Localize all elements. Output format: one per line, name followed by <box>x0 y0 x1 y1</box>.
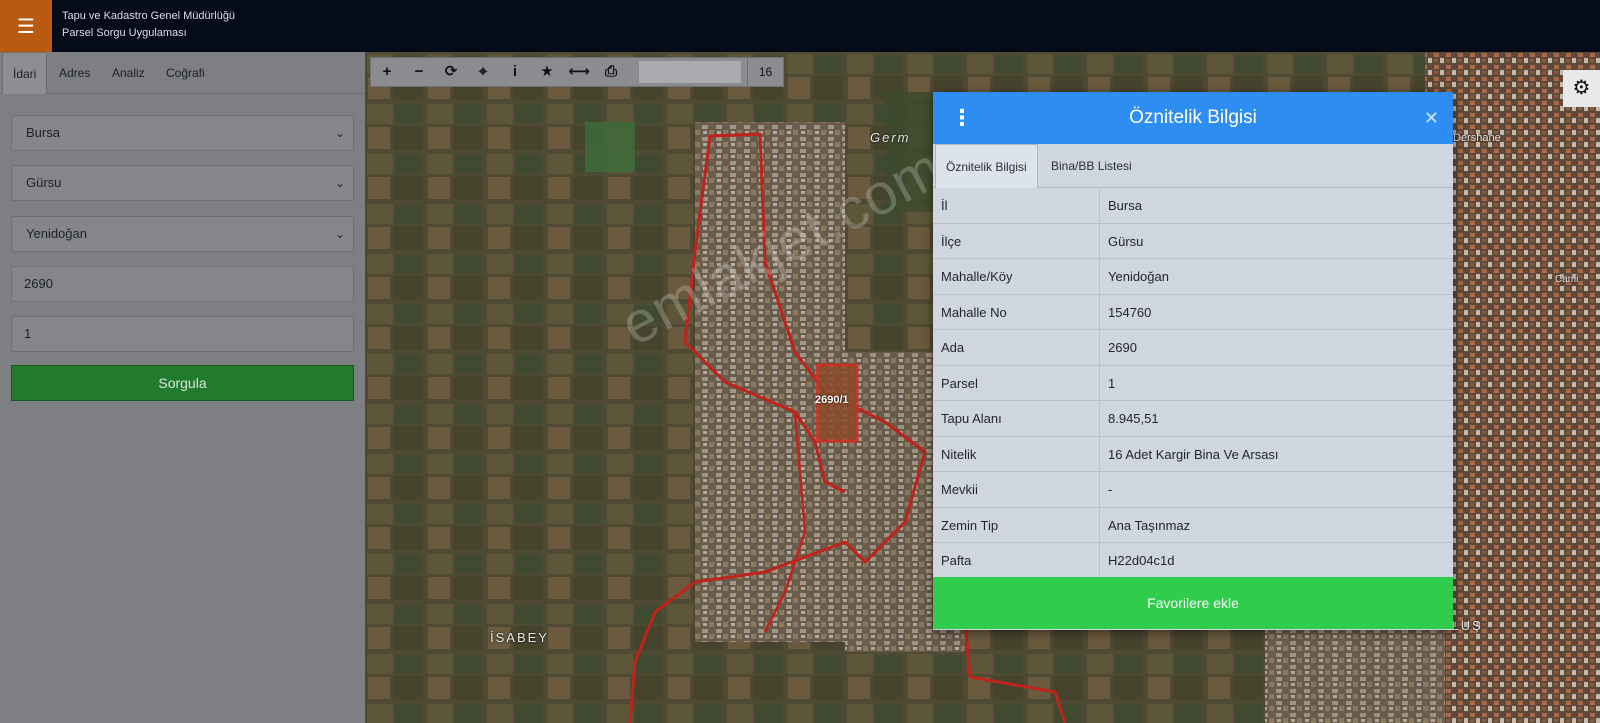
row-key: Tapu Alanı <box>941 411 1002 426</box>
row-value: H22d04c1d <box>1108 553 1175 568</box>
row-value: Gürsu <box>1108 233 1144 249</box>
sidebar-tabs: İdari Adres Analiz Coğrafi <box>0 52 365 94</box>
popup-tabs: Öznitelik Bilgisi Bina/BB Listesi <box>933 144 1453 188</box>
tab-idari[interactable]: İdari <box>2 52 48 94</box>
star-icon: ★ <box>540 63 554 80</box>
row-value: Yenidoğan <box>1108 269 1169 284</box>
row-key: Nitelik <box>941 446 977 462</box>
add-to-favorites-button[interactable]: Favorilere ekle <box>933 577 1453 629</box>
neighborhood-select[interactable]: Yenidoğan ⌄ <box>11 216 354 252</box>
district-select[interactable]: Gürsu ⌄ <box>11 165 354 201</box>
attribute-popup: ⋮ Öznitelik Bilgisi ✕ Öznitelik Bilgisi … <box>933 92 1453 630</box>
row-key: Mahalle No <box>941 304 1007 320</box>
table-row: Zemin Tip Ana Taşınmaz <box>933 507 1453 543</box>
block-value: 2690 <box>24 276 53 291</box>
row-value: Ana Taşınmaz <box>1108 517 1191 533</box>
tab-analiz[interactable]: Analiz <box>112 52 145 94</box>
info-icon: i <box>512 63 518 80</box>
row-key: Parsel <box>941 375 978 391</box>
chevron-down-icon: ⌄ <box>334 176 345 190</box>
parcel-input[interactable]: 1 <box>11 316 354 352</box>
row-key: Mevkii <box>941 482 978 497</box>
hamburger-menu-button[interactable]: ☰ <box>0 0 52 52</box>
org-name: Tapu ve Kadastro Genel Müdürlüğü <box>62 10 236 22</box>
tab-attribute-info[interactable]: Öznitelik Bilgisi <box>935 144 1038 188</box>
block-input[interactable]: 2690 <box>11 266 354 302</box>
tab-adres[interactable]: Adres <box>59 52 90 94</box>
table-row: Nitelik 16 Adet Kargir Bina Ve Arsası <box>933 436 1453 472</box>
plus-icon: + <box>382 63 392 80</box>
popup-title: Öznitelik Bilgisi <box>1129 107 1257 128</box>
refresh-button[interactable]: ⟳ <box>435 58 467 86</box>
row-value: 154760 <box>1108 304 1152 320</box>
map-label-dershane: Dershane <box>1453 132 1501 144</box>
row-key: Mahalle/Köy <box>941 269 1013 284</box>
district-value: Gürsu <box>26 175 62 190</box>
print-button[interactable]: ⎙ <box>595 58 627 86</box>
row-value: Bursa <box>1108 198 1142 213</box>
row-key: İlçe <box>941 233 962 249</box>
query-button[interactable]: Sorgula <box>11 365 354 401</box>
app-brand: Tapu ve Kadastro Genel Müdürlüğü Parsel … <box>62 8 235 42</box>
close-icon[interactable]: ✕ <box>1424 92 1439 144</box>
row-key: Zemin Tip <box>941 517 999 533</box>
tab-cografi[interactable]: Coğrafi <box>166 52 205 94</box>
app-name: Parsel Sorgu Uygulaması <box>62 27 187 39</box>
crosshair-icon: ⌖ <box>478 63 488 80</box>
table-row: İlçe Gürsu <box>933 223 1453 259</box>
map-toolbar: + − ⟳ ⌖ i ★ ⟷ ⎙ 16 <box>370 57 784 87</box>
table-row: Tapu Alanı 8.945,51 <box>933 401 1453 437</box>
province-select[interactable]: Bursa ⌄ <box>11 115 354 151</box>
row-key: Pafta <box>941 553 972 568</box>
row-value: 2690 <box>1108 340 1137 355</box>
row-key: Ada <box>941 340 965 355</box>
map-label-cami: Cami <box>1555 274 1579 285</box>
favorite-tool-button[interactable]: ★ <box>531 58 563 86</box>
query-sidebar: İdari Adres Analiz Coğrafi Bursa ⌄ Gürsu… <box>0 52 365 723</box>
parcel-value: 1 <box>24 326 32 341</box>
province-value: Bursa <box>26 125 60 140</box>
tab-building-list[interactable]: Bina/BB Listesi <box>1051 144 1132 188</box>
table-row: Mahalle/Köy Yenidoğan <box>933 259 1453 295</box>
table-row: Mevkii - <box>933 472 1453 508</box>
hamburger-icon: ☰ <box>17 15 35 38</box>
row-value: 8.945,51 <box>1108 411 1159 426</box>
row-value: 1 <box>1108 375 1116 391</box>
row-key: İl <box>941 198 948 213</box>
chevron-down-icon: ⌄ <box>334 126 345 140</box>
measure-icon: ⟷ <box>568 63 590 80</box>
zoom-in-button[interactable]: + <box>371 58 403 86</box>
table-row: İl Bursa <box>933 188 1453 224</box>
table-row: Parsel 1 <box>933 365 1453 401</box>
info-button[interactable]: i <box>499 58 531 86</box>
top-header: ☰ Tapu ve Kadastro Genel Müdürlüğü Parse… <box>0 0 1600 52</box>
chevron-down-icon: ⌄ <box>334 227 345 241</box>
table-row: Ada 2690 <box>933 330 1453 366</box>
parcel-label: 2690/1 <box>815 394 849 406</box>
coordinate-display <box>639 61 741 83</box>
minus-icon: − <box>414 63 424 80</box>
row-value: 16 Adet Kargir Bina Ve Arsası <box>1108 446 1279 462</box>
attribute-table: İl Bursa İlçe Gürsu Mahalle/Köy Yenidoğan M… <box>933 188 1453 579</box>
zoom-level: 16 <box>747 58 783 86</box>
gear-icon: ⚙ <box>1572 77 1591 99</box>
map-label-isabey: İSABEY <box>490 630 549 645</box>
settings-button[interactable]: ⚙ <box>1563 70 1600 107</box>
row-value: - <box>1108 482 1113 497</box>
neighborhood-value: Yenidoğan <box>26 226 87 241</box>
refresh-icon: ⟳ <box>444 63 458 80</box>
popup-header: ⋮ Öznitelik Bilgisi ✕ <box>933 92 1453 144</box>
locate-button[interactable]: ⌖ <box>467 58 499 86</box>
measure-button[interactable]: ⟷ <box>563 58 595 86</box>
zoom-out-button[interactable]: − <box>403 58 435 86</box>
print-icon: ⎙ <box>604 63 617 80</box>
table-row: Mahalle No 154760 <box>933 294 1453 330</box>
table-row: Pafta H22d04c1d <box>933 543 1453 579</box>
